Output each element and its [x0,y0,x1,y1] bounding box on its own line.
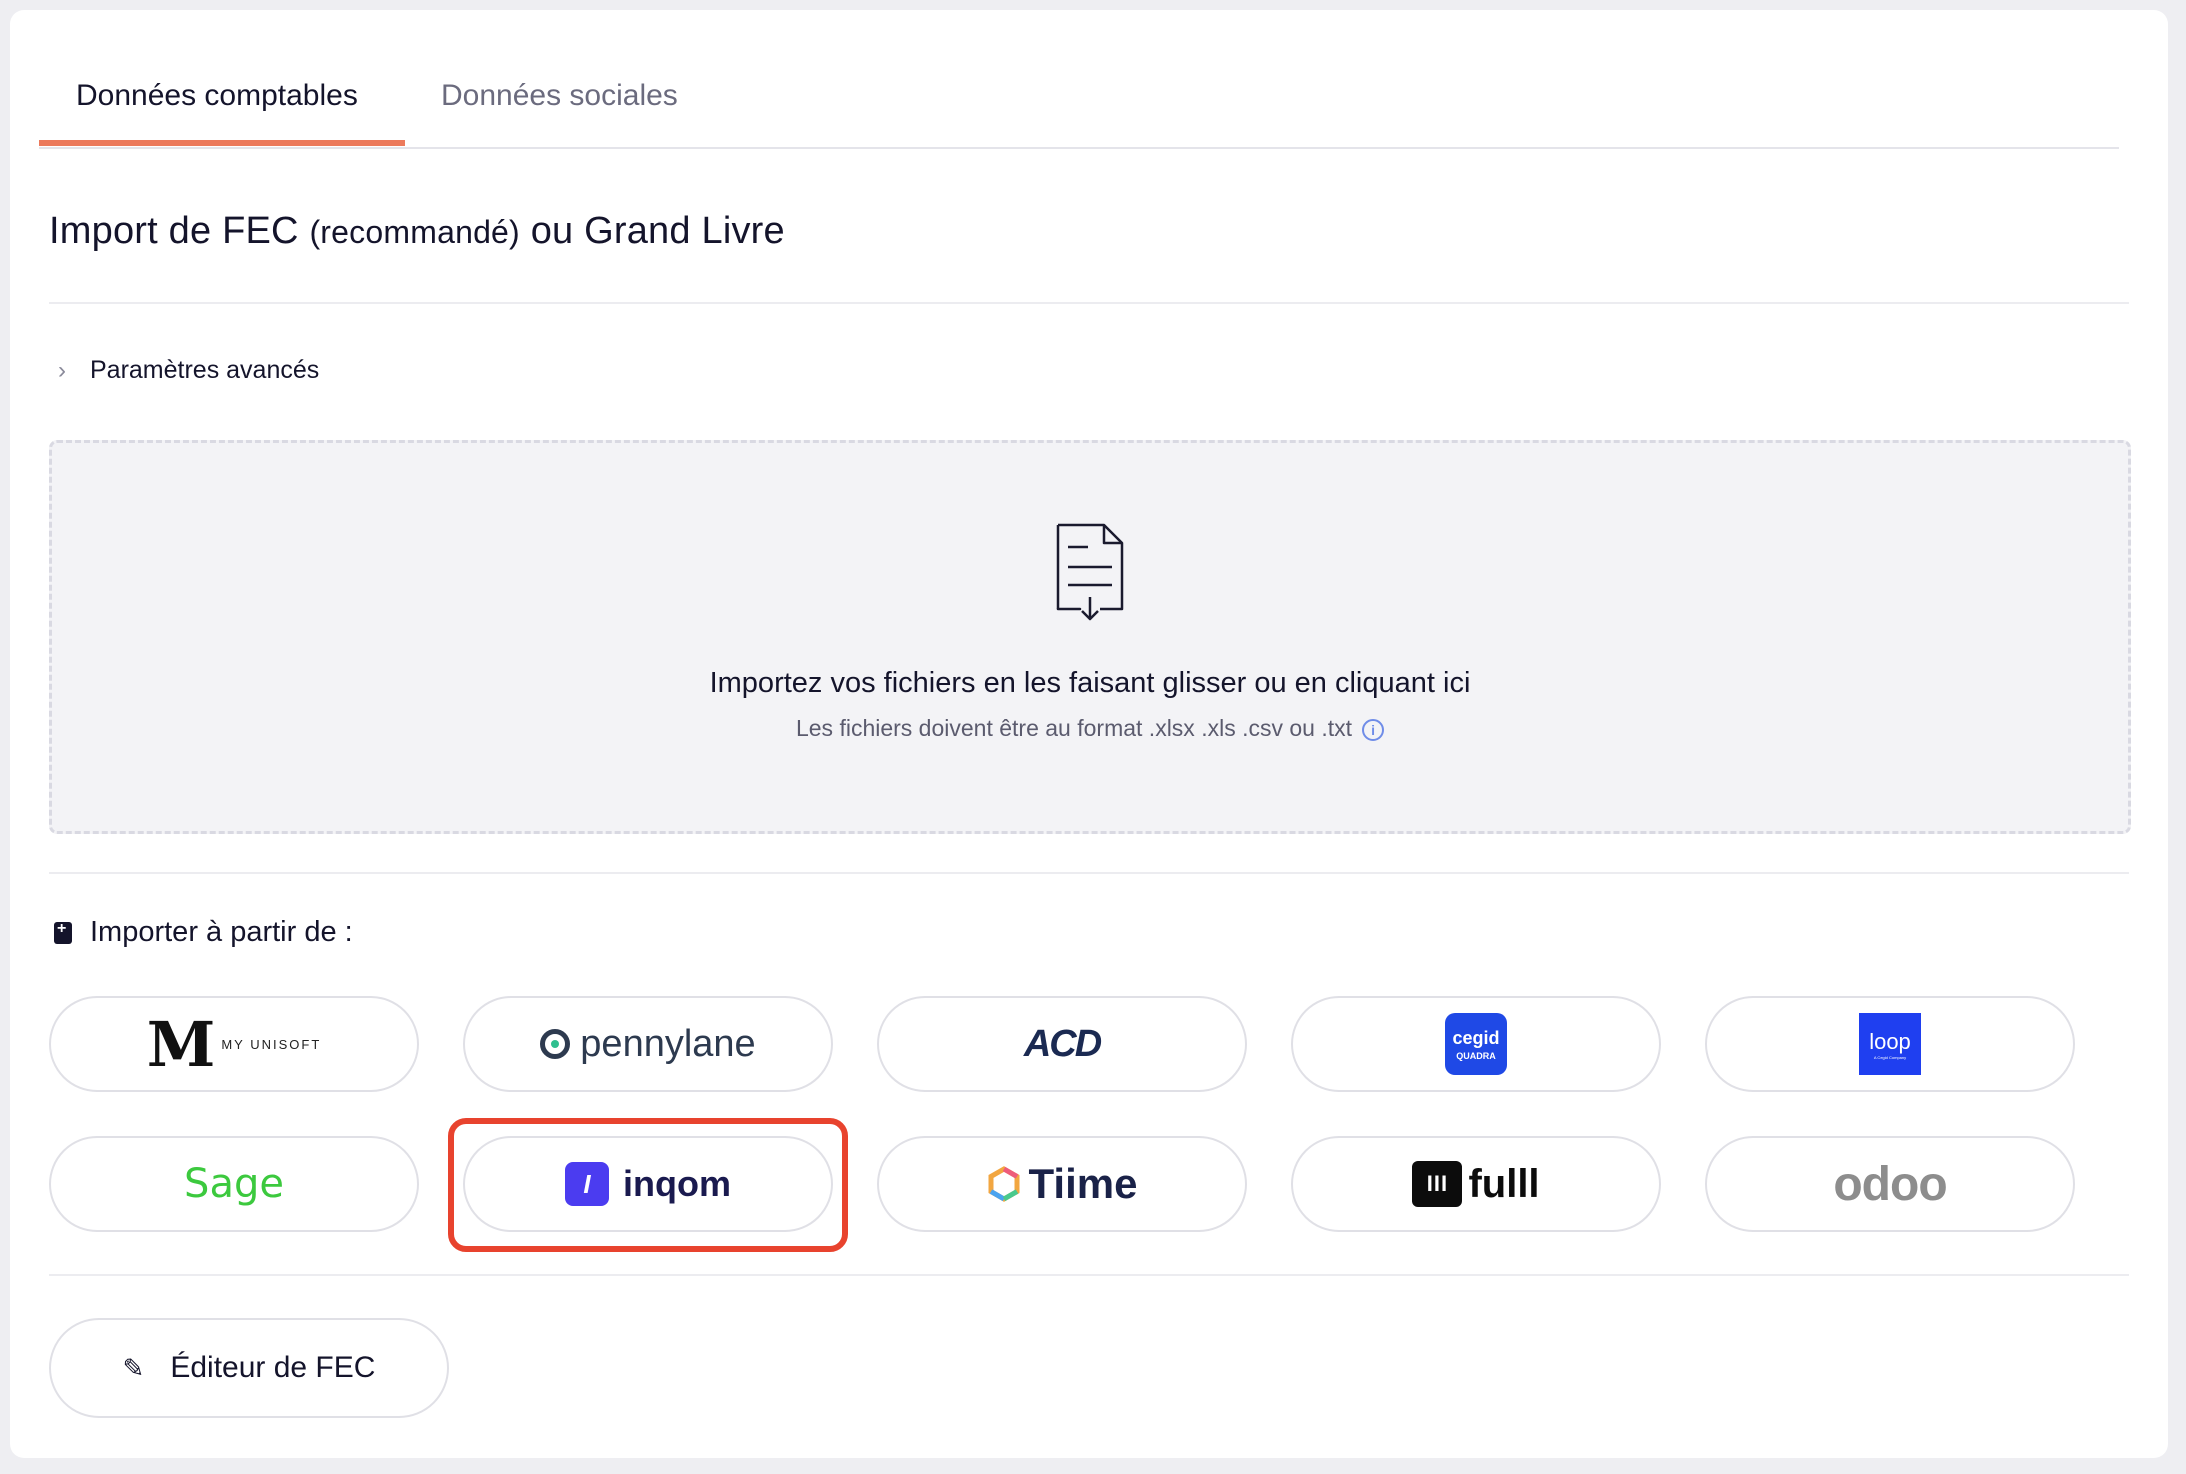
fulll-logo-mark: III [1412,1161,1463,1207]
info-icon[interactable]: i [1362,718,1385,741]
fec-editor-label: Éditeur de FEC [170,1351,376,1384]
pennylane-logo-text: pennylane [580,1022,756,1065]
chevron-right-icon: › [58,356,66,384]
loop-logo-subtext: A Cegid Company [1873,1054,1907,1060]
title-text-2: (recommandé) [309,214,520,250]
format-hint-text: Les fichiers doivent être au format .xls… [795,715,1353,741]
source-pennylane-button[interactable]: pennylane [463,996,833,1092]
tab-donnees-sociales[interactable]: Données sociales [441,76,678,145]
title-text-1: Import de FEC [49,210,299,252]
source-loop-button[interactable]: loop A Cegid Company [1705,996,2075,1092]
loop-logo: loop A Cegid Company [1859,1013,1921,1075]
tab-bar: Données comptables Données sociales [39,60,2119,149]
loop-logo-text: loop [1869,1028,1911,1054]
acd-logo: ACD [1023,1022,1102,1065]
title-text-3: ou Grand Livre [530,210,785,252]
pen-icon: ✎ [122,1352,145,1383]
divider [49,872,2129,874]
source-myunisoft-button[interactable]: M MY UNISOFT [49,996,419,1092]
advanced-settings-label: Paramètres avancés [90,356,320,384]
source-odoo-button[interactable]: odoo [1705,1136,2075,1232]
divider [49,302,2129,304]
fec-editor-button[interactable]: ✎ Éditeur de FEC [49,1318,449,1418]
tiime-logo: Tiime [987,1160,1138,1208]
myunisoft-logo: M MY UNISOFT [147,1008,322,1081]
import-from-label: Importer à partir de : [90,916,353,948]
file-download-icon [1056,523,1124,621]
sage-logo: Sage [184,1161,284,1207]
pennylane-logo: pennylane [540,1022,756,1066]
active-tab-indicator [39,140,405,146]
source-cegid-button[interactable]: cegid QUADRA [1291,996,1661,1092]
import-from-heading: Importer à partir de : [54,916,353,949]
source-tiime-button[interactable]: Tiime [877,1136,1247,1232]
tiime-hexagon-icon [988,1166,1020,1202]
source-acd-button[interactable]: ACD [877,996,1247,1092]
file-dropzone[interactable]: Importez vos fichiers en les faisant gli… [49,440,2131,834]
divider [49,1274,2129,1276]
pennylane-ring-icon [540,1029,571,1059]
tiime-logo-text: Tiime [1028,1160,1138,1207]
myunisoft-logo-text: MY UNISOFT [221,1036,322,1052]
dropzone-instruction: Importez vos fichiers en les faisant gli… [709,667,1471,699]
cegid-logo-text: cegid [1452,1027,1500,1048]
advanced-settings-toggle[interactable]: › Paramètres avancés [58,356,319,385]
dropzone-format-hint: Les fichiers doivent être au format .xls… [52,715,2128,742]
source-fulll-button[interactable]: III fulll [1291,1136,1661,1232]
selection-highlight [448,1118,848,1252]
odoo-logo: odoo [1833,1157,1947,1211]
fulll-logo: III fulll [1412,1161,1540,1207]
fulll-logo-text: fulll [1468,1161,1540,1206]
cegid-logo-subtext: QUADRA [1456,1050,1496,1061]
myunisoft-logo-mark: M [146,1007,216,1081]
page-title: Import de FEC (recommandé) ou Grand Livr… [49,210,785,253]
tab-donnees-comptables[interactable]: Données comptables [76,76,358,145]
cegid-quadra-logo: cegid QUADRA [1445,1013,1507,1075]
file-upload-icon [54,920,72,944]
source-sage-button[interactable]: Sage [49,1136,419,1232]
